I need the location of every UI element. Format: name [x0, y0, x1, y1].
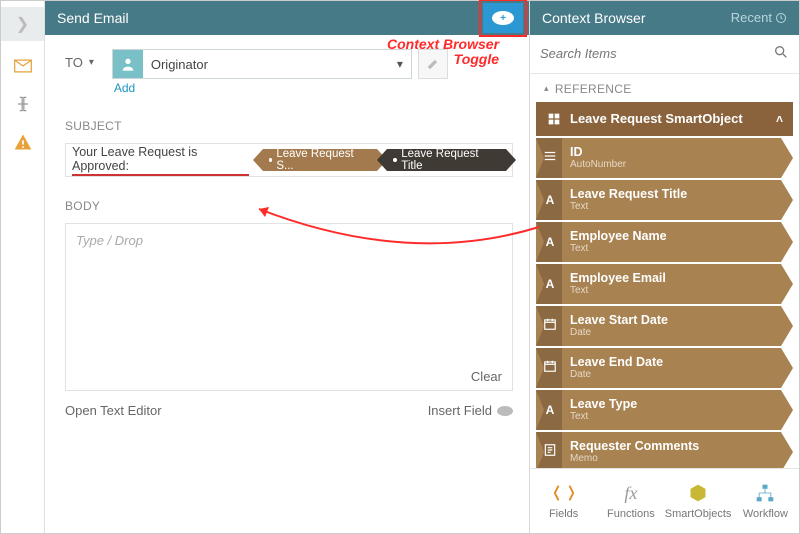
functions-icon: fx: [619, 481, 643, 505]
body-input[interactable]: Type / Drop Clear: [65, 223, 513, 391]
field-type-icon: [541, 359, 559, 376]
eye-icon: [497, 406, 513, 416]
field-name: Employee Name: [570, 230, 667, 243]
smartobjects-icon: [686, 481, 710, 505]
field-type: Text: [570, 201, 687, 212]
context-header: Context Browser Recent: [530, 1, 799, 35]
subject-text: Your Leave Request is Approved:: [72, 145, 249, 176]
context-title: Context Browser: [542, 10, 645, 26]
insert-field-link[interactable]: Insert Field: [428, 403, 513, 418]
field-type-icon: A: [541, 403, 559, 417]
subject-tag-smartobject[interactable]: Leave Request S...: [263, 149, 378, 171]
field-row[interactable]: A Leave Request TitleText: [536, 180, 793, 220]
eye-plus-icon: [492, 11, 514, 25]
smartobject-icon: [546, 111, 562, 127]
smartobject-panel: Leave Request SmartObject ˄ IDAutoNumber…: [536, 102, 793, 468]
field-row[interactable]: IDAutoNumber: [536, 138, 793, 178]
field-name: Employee Email: [570, 272, 666, 285]
fields-icon: [552, 481, 576, 505]
field-type-icon: A: [541, 235, 559, 249]
context-browser-toggle[interactable]: [483, 3, 523, 33]
open-text-editor-link[interactable]: Open Text Editor: [65, 403, 162, 418]
field-name: Leave End Date: [570, 356, 663, 369]
field-name: Leave Start Date: [570, 314, 668, 327]
tab-fields[interactable]: Fields: [530, 469, 597, 533]
person-icon: [113, 50, 143, 78]
triangle-down-icon: ▴: [544, 83, 549, 94]
field-row[interactable]: A Employee NameText: [536, 222, 793, 262]
mail-icon[interactable]: [10, 53, 36, 79]
left-rail: ❯: [1, 1, 45, 533]
field-row[interactable]: Leave Start DateDate: [536, 306, 793, 346]
reference-header[interactable]: ▴ REFERENCE: [530, 74, 799, 102]
warning-icon[interactable]: [10, 129, 36, 155]
search-input[interactable]: [540, 46, 773, 61]
body-placeholder: Type / Drop: [76, 233, 143, 248]
field-row[interactable]: A Employee EmailText: [536, 264, 793, 304]
clear-button[interactable]: Clear: [471, 369, 502, 384]
field-type: AutoNumber: [570, 159, 626, 170]
search-icon[interactable]: [773, 44, 789, 64]
clock-icon: [775, 12, 787, 24]
subject-tag-field[interactable]: Leave Request Title: [387, 149, 506, 171]
subject-label: SUBJECT: [65, 119, 513, 133]
subject-input[interactable]: Your Leave Request is Approved: Leave Re…: [65, 143, 513, 177]
tab-smartobjects[interactable]: SmartObjects: [665, 469, 732, 533]
chevron-down-icon[interactable]: ▾: [389, 57, 411, 71]
search-row: [530, 35, 799, 74]
field-name: Requester Comments: [570, 440, 699, 453]
main-header: Send Email: [45, 1, 529, 35]
tab-functions[interactable]: fx Functions: [597, 469, 664, 533]
to-label: TO ▾: [65, 49, 94, 70]
field-row[interactable]: Requester CommentsMemo: [536, 432, 793, 468]
field-row[interactable]: A Leave TypeText: [536, 390, 793, 430]
chevron-up-icon: ˄: [776, 112, 783, 126]
body-label: BODY: [65, 199, 513, 213]
to-recipient-value: Originator: [143, 57, 389, 72]
add-recipient-link[interactable]: Add: [114, 81, 448, 95]
context-tabs: Fields fx Functions SmartObjects Workflo…: [530, 468, 799, 533]
field-name: Leave Request Title: [570, 188, 687, 201]
field-name: ID: [570, 146, 626, 159]
recent-link[interactable]: Recent: [731, 10, 787, 25]
field-type-icon: A: [541, 193, 559, 207]
edit-recipient-button[interactable]: [418, 49, 448, 79]
field-type-icon: [541, 149, 559, 166]
field-type-icon: A: [541, 277, 559, 291]
tab-workflow[interactable]: Workflow: [732, 469, 799, 533]
field-type-icon: [541, 443, 559, 460]
field-type: Text: [570, 411, 637, 422]
field-type: Date: [570, 327, 668, 338]
chevron-down-icon[interactable]: ▾: [89, 57, 94, 68]
field-name: Leave Type: [570, 398, 637, 411]
to-recipient-chip[interactable]: Originator ▾: [112, 49, 412, 79]
field-type: Date: [570, 369, 663, 380]
field-type-icon: [541, 317, 559, 334]
workflow-icon: [753, 481, 777, 505]
text-cursor-icon[interactable]: [10, 91, 36, 117]
field-type: Memo: [570, 453, 699, 464]
field-row[interactable]: Leave End DateDate: [536, 348, 793, 388]
smartobject-header[interactable]: Leave Request SmartObject ˄: [536, 102, 793, 136]
field-type: Text: [570, 285, 666, 296]
page-title: Send Email: [57, 10, 129, 26]
field-type: Text: [570, 243, 667, 254]
collapse-icon[interactable]: ❯: [16, 14, 29, 34]
